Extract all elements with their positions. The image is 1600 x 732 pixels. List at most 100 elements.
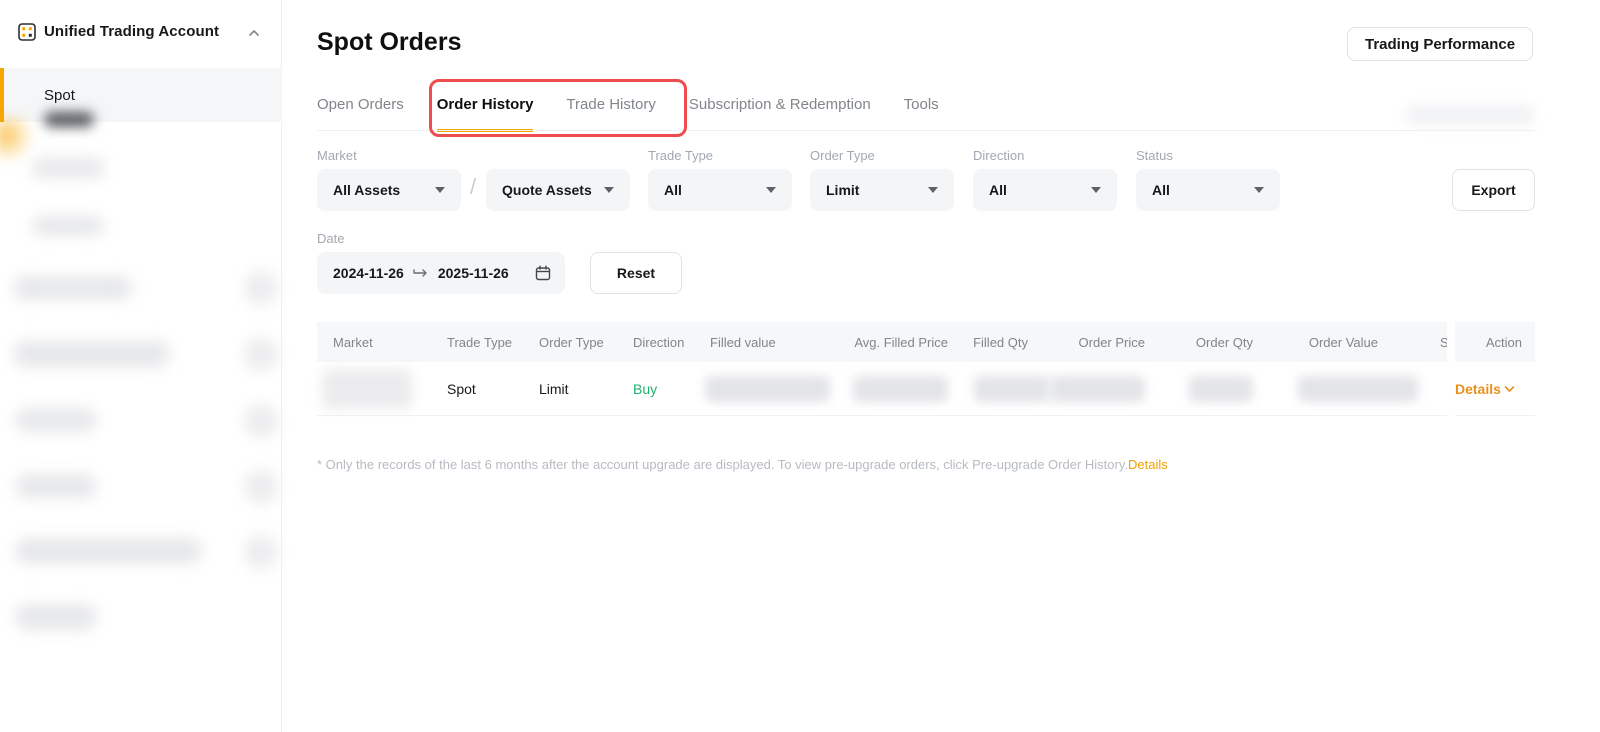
redacted-sidebar-item[interactable]	[16, 474, 96, 498]
cell-order-value	[1253, 362, 1378, 415]
cell-market	[317, 362, 447, 415]
col-status-clipped: Status	[1378, 335, 1447, 350]
table-header: Market Trade Type Order Type Direction F…	[317, 322, 1447, 362]
date-filter-label: Date	[317, 231, 344, 246]
tab-trade-history[interactable]: Trade History	[566, 96, 655, 132]
redacted-sidebar-icon[interactable]	[244, 535, 278, 569]
redacted-sidebar-item[interactable]	[32, 216, 104, 236]
chevron-up-icon[interactable]	[248, 26, 260, 38]
status-select[interactable]: All	[1136, 169, 1280, 211]
status-select-value: All	[1152, 182, 1170, 198]
redacted-link	[1406, 105, 1534, 125]
date-range-picker[interactable]: 2024-11-26 2025-11-26	[317, 252, 565, 294]
table-row: Spot Limit Buy	[317, 362, 1447, 416]
date-from-value: 2024-11-26	[333, 265, 404, 281]
order-type-select[interactable]: Limit	[810, 169, 954, 211]
cell-trade-type: Spot	[447, 362, 539, 415]
spot-orders-page: Unified Trading Account Spot Spot Orders…	[0, 0, 1600, 732]
tab-order-history[interactable]: Order History	[437, 96, 534, 132]
redacted-sidebar-item[interactable]	[16, 538, 201, 564]
col-market: Market	[317, 335, 447, 350]
redacted-sidebar-item[interactable]	[32, 158, 104, 178]
direction-filter-label: Direction	[973, 148, 1024, 163]
col-direction: Direction	[633, 335, 710, 350]
redacted-value	[705, 376, 830, 402]
direction-select[interactable]: All	[973, 169, 1117, 211]
redacted-sidebar-item[interactable]	[44, 112, 94, 127]
status-filter-label: Status	[1136, 148, 1173, 163]
chevron-down-icon	[1504, 385, 1515, 393]
redacted-sidebar-item[interactable]	[16, 604, 96, 630]
direction-select-value: All	[989, 182, 1007, 198]
redacted-sidebar-item[interactable]	[14, 341, 169, 367]
caret-down-icon	[1254, 187, 1264, 193]
col-order-qty: Order Qty	[1145, 335, 1253, 350]
base-asset-select[interactable]: All Assets	[317, 169, 461, 211]
col-avg-filled-price: Avg. Filled Price	[846, 335, 948, 350]
market-filter-label: Market	[317, 148, 357, 163]
cell-order-qty	[1145, 362, 1253, 415]
trade-type-select-value: All	[664, 182, 682, 198]
reset-button[interactable]: Reset	[590, 252, 682, 294]
account-selector[interactable]: Unified Trading Account	[0, 12, 282, 52]
cell-order-price	[1028, 362, 1145, 415]
redacted-value	[1050, 376, 1145, 402]
caret-down-icon	[928, 187, 938, 193]
date-to-value: 2025-11-26	[438, 265, 509, 281]
cell-order-type: Limit	[539, 362, 633, 415]
caret-down-icon	[766, 187, 776, 193]
export-button[interactable]: Export	[1452, 169, 1535, 211]
col-order-type: Order Type	[539, 335, 633, 350]
cell-filled-value	[710, 362, 846, 415]
redacted-market-value	[322, 369, 412, 409]
redacted-sidebar-icon[interactable]	[244, 404, 278, 438]
quote-asset-select[interactable]: Quote Assets	[486, 169, 630, 211]
page-title: Spot Orders	[317, 28, 461, 57]
footer-note: * Only the records of the last 6 months …	[317, 457, 1168, 472]
details-link[interactable]: Details	[1455, 381, 1515, 397]
details-link-label: Details	[1455, 381, 1501, 397]
tab-open-orders[interactable]: Open Orders	[317, 96, 404, 132]
caret-down-icon	[604, 187, 614, 193]
sidebar: Unified Trading Account Spot	[0, 0, 282, 732]
redacted-sidebar-icon[interactable]	[244, 271, 278, 305]
cell-filled-qty	[948, 362, 1028, 415]
cell-direction: Buy	[633, 362, 710, 415]
trade-type-filter-label: Trade Type	[648, 148, 713, 163]
col-filled-value: Filled value	[710, 335, 846, 350]
cell-avg-filled-price	[846, 362, 948, 415]
cell-action: Details	[1455, 362, 1535, 416]
redacted-sidebar-item[interactable]	[16, 408, 96, 432]
calendar-icon	[535, 265, 551, 281]
col-trade-type: Trade Type	[447, 335, 539, 350]
trading-performance-button[interactable]: Trading Performance	[1347, 27, 1533, 61]
trade-type-select[interactable]: All	[648, 169, 792, 211]
redacted-value	[1189, 376, 1253, 402]
col-action: Action	[1455, 322, 1535, 362]
redacted-sidebar-icon[interactable]	[244, 337, 278, 371]
redacted-sidebar-icon[interactable]	[244, 470, 278, 504]
base-asset-select-value: All Assets	[333, 182, 400, 198]
unified-account-icon	[18, 23, 36, 41]
account-selector-label: Unified Trading Account	[44, 23, 219, 40]
active-indicator-bar	[0, 68, 4, 122]
sidebar-item-spot-label: Spot	[44, 87, 75, 104]
col-order-price: Order Price	[1028, 335, 1145, 350]
caret-down-icon	[1091, 187, 1101, 193]
market-pair-separator: /	[470, 174, 476, 200]
sidebar-item-spot[interactable]: Spot	[0, 68, 282, 122]
cell-status	[1378, 362, 1447, 415]
col-order-value: Order Value	[1253, 335, 1378, 350]
tab-bar: Open Orders Order History Trade History …	[317, 96, 939, 132]
tab-subscription-redemption[interactable]: Subscription & Redemption	[689, 96, 871, 132]
footer-details-link[interactable]: Details	[1128, 457, 1168, 472]
sidebar-active-glow	[0, 118, 34, 162]
footer-note-text: * Only the records of the last 6 months …	[317, 457, 1128, 472]
quote-asset-select-value: Quote Assets	[502, 182, 592, 198]
order-type-select-value: Limit	[826, 182, 859, 198]
tab-tools[interactable]: Tools	[904, 96, 939, 132]
order-type-filter-label: Order Type	[810, 148, 875, 163]
arrow-right-icon	[413, 268, 429, 278]
redacted-sidebar-item[interactable]	[14, 276, 132, 300]
caret-down-icon	[435, 187, 445, 193]
